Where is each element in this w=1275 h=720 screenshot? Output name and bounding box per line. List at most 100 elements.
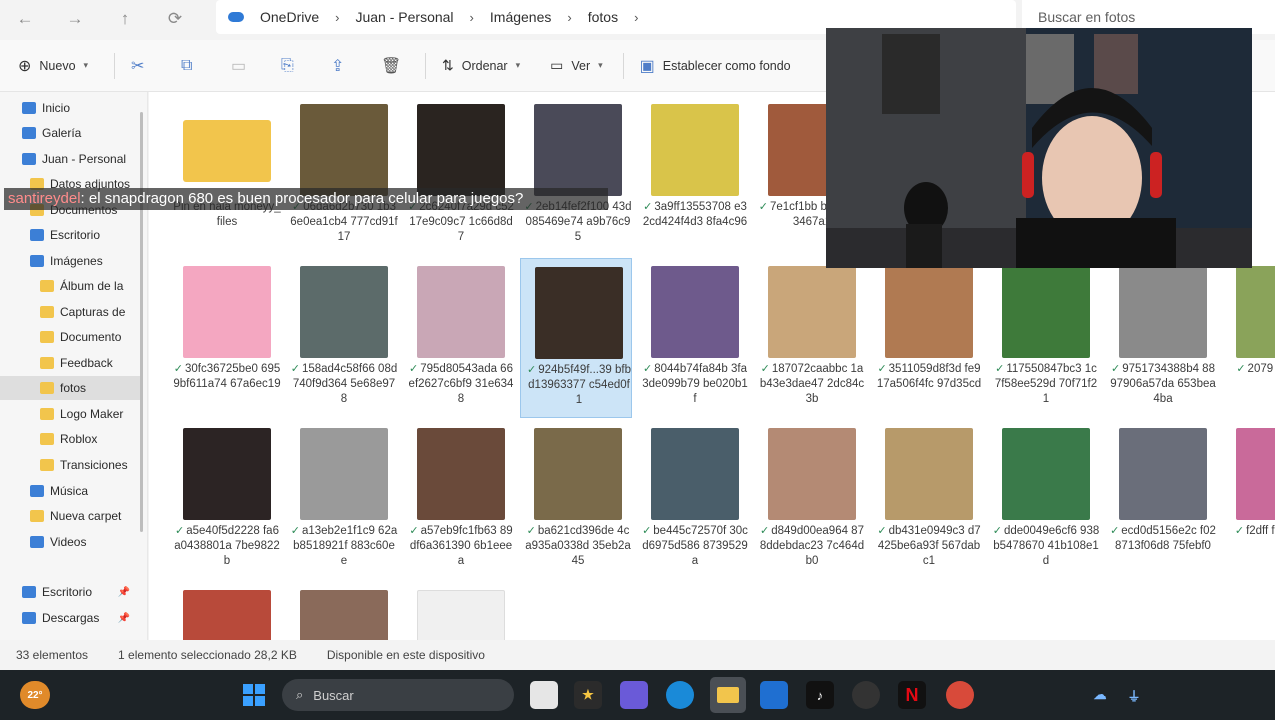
file-item[interactable] <box>286 582 398 640</box>
folder-item[interactable]: Pin en hala moneyy_files <box>169 96 281 256</box>
sidebar-item[interactable]: Galería <box>0 121 140 145</box>
sync-status-icon: ✓ <box>642 525 652 537</box>
sidebar-item[interactable]: Documento <box>0 325 140 349</box>
refresh-button[interactable]: ⟳ <box>150 0 200 38</box>
sidebar-item[interactable]: fotos <box>0 376 140 400</box>
file-item[interactable]: ✓ ecd0d5156e2c f028713f06d8 75febf0 <box>1105 420 1217 580</box>
sidebar-scrollbar[interactable] <box>140 112 143 532</box>
sidebar-item-label: Capturas de <box>60 305 126 319</box>
obs-icon[interactable] <box>852 681 880 709</box>
sidebar-item[interactable]: Música <box>0 479 140 503</box>
desktop-icon <box>22 586 36 598</box>
rename-button[interactable]: ⎘ <box>281 40 317 92</box>
file-item[interactable]: ✓ ba621cd396de 4ca935a0338d 35eb2a45 <box>520 420 632 580</box>
breadcrumb-item[interactable]: Juan - Personal <box>347 9 461 25</box>
paste-button[interactable]: ▭ <box>231 40 267 92</box>
file-item[interactable]: ✓ 795d80543ada 66ef2627c6bf9 31e6348 <box>403 258 515 418</box>
delete-button[interactable]: 🗑 <box>381 40 417 92</box>
copilot-icon[interactable] <box>620 681 648 709</box>
sort-label: Ordenar <box>461 58 508 73</box>
set-background-button[interactable]: ▣ Establecer como fondo <box>640 40 791 92</box>
back-button[interactable]: ← <box>0 0 50 38</box>
start-button[interactable] <box>240 681 268 709</box>
sidebar-item[interactable]: Álbum de la <box>0 274 140 298</box>
share-button[interactable]: ⇪ <box>331 40 367 92</box>
breadcrumb-item[interactable]: fotos <box>580 9 626 25</box>
file-item[interactable]: ✓ 3511059d8f3d fe917a506f4fc 97d35cd <box>871 258 983 418</box>
file-item[interactable]: ✓ 9751734388b4 8897906a57da 653bea4ba <box>1105 258 1217 418</box>
file-item[interactable] <box>169 582 281 640</box>
webcam-overlay <box>826 28 1252 268</box>
file-item[interactable]: ✓ d849d00ea964 878ddebdac23 7c464db0 <box>754 420 866 580</box>
pin-icon[interactable]: 📌 <box>118 587 130 598</box>
sidebar-item-label: Escritorio <box>42 585 93 599</box>
image-thumbnail <box>300 428 388 520</box>
sidebar-item[interactable]: Escritorio 📌 <box>0 580 140 604</box>
file-explorer-icon[interactable] <box>710 677 746 713</box>
sidebar-item[interactable]: Feedback <box>0 351 140 375</box>
up-button[interactable]: ↑ <box>100 0 150 38</box>
taskbar-search[interactable]: ⌕ Buscar <box>282 679 514 711</box>
file-item[interactable]: ✓ 158ad4c58f66 08d740f9d364 5e68e978 <box>286 258 398 418</box>
file-item[interactable]: ✓ 117550847bc3 1c7f58ee529d 70f71f21 <box>988 258 1100 418</box>
sidebar-item[interactable]: Nueva carpet <box>0 504 140 528</box>
file-item[interactable]: ✓ db431e0949c3 d7425be6a93f 567dabc1 <box>871 420 983 580</box>
sidebar-item[interactable]: Logo Maker <box>0 402 140 426</box>
file-item[interactable]: ✓ a5e40f5d2228 fa6a0438801a 7be9822b <box>169 420 281 580</box>
file-item[interactable]: ✓ dde0049e6cf6 938b5478670 41b108e1d <box>988 420 1100 580</box>
file-item[interactable]: ✓2c6240f7a29d c5217e9c09c7 1c66d8d7 <box>403 96 515 256</box>
copy-button[interactable]: ⧉ <box>181 40 217 92</box>
plus-icon: ⊕ <box>18 57 32 75</box>
file-item[interactable]: ✓ a13eb2e1f1c9 62ab8518921f 883c60ee <box>286 420 398 580</box>
view-button[interactable]: ▭ Ver ▾ <box>550 40 603 92</box>
file-item[interactable]: ✓2eb14fef2f100 43d085469e74 a9b76c95 <box>520 96 632 256</box>
chat-text: : el snapdragon 680 es buen procesador p… <box>80 190 524 207</box>
sidebar-item-label: Descargas <box>42 611 100 625</box>
breadcrumb-item[interactable]: OneDrive <box>252 9 327 25</box>
edge-icon[interactable] <box>666 681 694 709</box>
file-item[interactable]: ✓2079 c62 240a <box>1222 258 1275 418</box>
tiktok-icon[interactable]: ♪ <box>806 681 834 709</box>
desktop-icon <box>30 229 44 241</box>
pin-icon[interactable]: 📌 <box>118 613 130 624</box>
cut-button[interactable]: ✂ <box>131 40 167 92</box>
sidebar-item[interactable]: Capturas de <box>0 300 140 324</box>
sync-status-icon: ✓ <box>643 363 653 375</box>
sort-button[interactable]: ⇅ Ordenar ▾ <box>442 40 520 92</box>
task-view-icon[interactable] <box>530 681 558 709</box>
onedrive-icon <box>228 12 244 22</box>
file-item[interactable]: ✓ a57eb9fc1fb63 89df6a361390 6b1eeea <box>403 420 515 580</box>
sidebar-item[interactable]: Videos <box>0 530 140 554</box>
file-item[interactable]: ✓06da6d2b730 1b36e0ea1cb4 777cd91f17 <box>286 96 398 256</box>
forward-button[interactable]: → <box>50 0 100 38</box>
file-item[interactable]: ✓ 187072caabbc 1ab43e3dae47 2dc84c3b <box>754 258 866 418</box>
netflix-icon[interactable]: N <box>898 681 926 709</box>
sync-status-icon: ✓ <box>527 364 537 376</box>
image-thumbnail <box>768 428 856 520</box>
file-item[interactable] <box>403 582 515 640</box>
sidebar-item[interactable]: Inicio <box>0 96 140 120</box>
chevron-right-icon: › <box>567 9 572 25</box>
file-name: ✓ 924b5f49f...39 bfbd13963377 c54ed0f1 <box>525 363 633 408</box>
breadcrumb-item[interactable]: Imágenes <box>482 9 559 25</box>
mic-tray-icon[interactable]: ⏚ <box>1120 681 1148 709</box>
file-item[interactable]: ✓ 924b5f49f...39 bfbd13963377 c54ed0f1 <box>520 258 632 418</box>
star-app-icon[interactable]: ★ <box>574 681 602 709</box>
sidebar-item[interactable]: Imágenes <box>0 249 140 273</box>
onedrive-tray-icon[interactable]: ☁ <box>1086 681 1114 709</box>
file-item[interactable]: ✓ be445c72570f 30cd6975d586 8739529a <box>637 420 749 580</box>
picsart-icon[interactable] <box>946 681 974 709</box>
new-button[interactable]: ⊕ Nuevo ▾ <box>18 40 100 92</box>
file-item[interactable]: ✓ 3a9ff1355370​8 e32cd424f4d3 8fa4c96 <box>637 96 749 256</box>
store-icon[interactable] <box>760 681 788 709</box>
sidebar-item[interactable]: Escritorio <box>0 223 140 247</box>
sidebar-item[interactable]: Descargas 📌 <box>0 606 140 630</box>
sidebar-item[interactable]: Juan - Personal <box>0 147 140 171</box>
file-item[interactable]: ✓f2dff f3fd9 13bc <box>1222 420 1275 580</box>
weather-widget[interactable]: 22° <box>20 681 50 709</box>
file-item[interactable]: ✓ 30fc36725be0 6959bf611a74 67a6ec19 <box>169 258 281 418</box>
file-name: ✓ 158ad4c58f66 08d740f9d364 5e68e978 <box>290 362 398 407</box>
sidebar-item[interactable]: Transiciones <box>0 453 140 477</box>
sidebar-item[interactable]: Roblox <box>0 427 140 451</box>
file-item[interactable]: ✓ 8044b74fa84b 3fa3de099b79 be020b1f <box>637 258 749 418</box>
